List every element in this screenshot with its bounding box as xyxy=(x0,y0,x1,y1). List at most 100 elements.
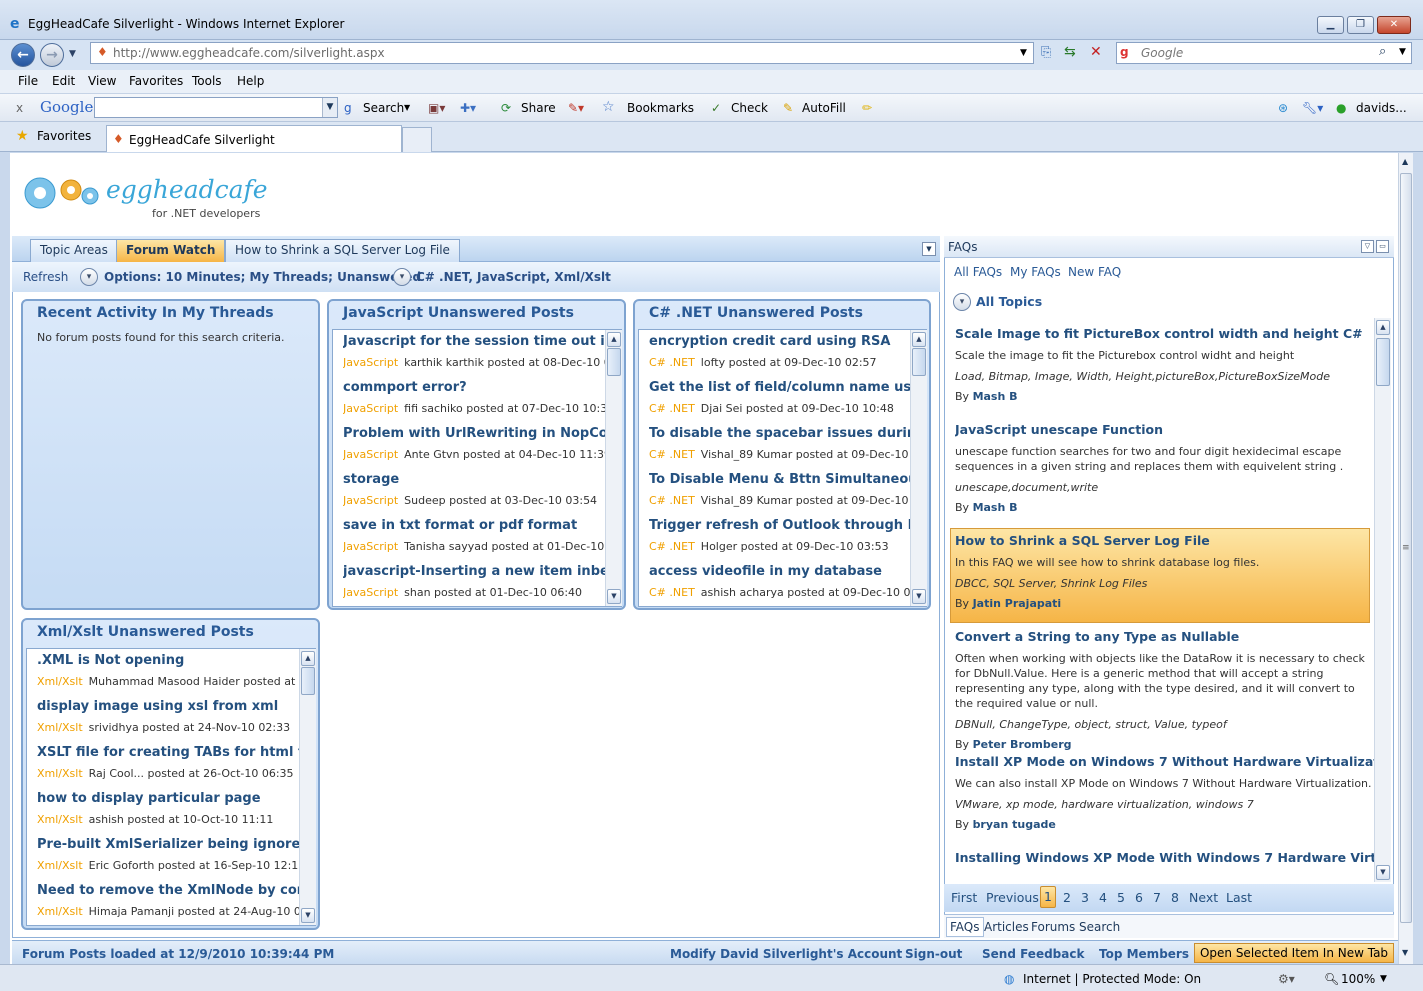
compatibility-icon[interactable]: ⎘ xyxy=(1041,45,1051,60)
list-item[interactable]: Javascript for the session time out in t… xyxy=(343,330,617,376)
page-scrollbar[interactable]: ▲ ≡ ▼ xyxy=(1398,153,1413,964)
address-bar[interactable]: ♦ http://www.eggheadcafe.com/silverlight… xyxy=(90,42,1034,64)
faq-title[interactable]: JavaScript unescape Function xyxy=(955,422,1375,437)
tab-shrink-sql-log[interactable]: How to Shrink a SQL Server Log File xyxy=(225,239,460,262)
pager-page-4[interactable]: 4 xyxy=(1099,890,1107,905)
pager-page-3[interactable]: 3 xyxy=(1081,890,1089,905)
faq-link-my[interactable]: My FAQs xyxy=(1010,265,1061,279)
close-button[interactable]: ✕ xyxy=(1377,16,1411,34)
faq-item[interactable]: Convert a String to any Type as Nullable… xyxy=(955,629,1375,751)
scroll-up-icon[interactable]: ▲ xyxy=(1402,157,1408,166)
pager-page-2[interactable]: 2 xyxy=(1063,890,1071,905)
list-item[interactable]: XSLT file for creating TABs for html fil… xyxy=(37,741,311,787)
faq-title[interactable]: Installing Windows XP Mode With Windows … xyxy=(955,850,1375,865)
faq-title[interactable]: How to Shrink a SQL Server Log File xyxy=(955,533,1365,548)
scroll-thumb[interactable] xyxy=(607,348,621,376)
maximize-button[interactable]: ❐ xyxy=(1347,16,1374,34)
zoom-dropdown-icon[interactable]: ▼ xyxy=(1380,974,1387,984)
scroll-thumb[interactable] xyxy=(301,667,315,695)
post-title[interactable]: Get the list of field/column name used i… xyxy=(649,380,922,395)
post-title[interactable]: access videofile in my database xyxy=(649,564,922,579)
stop-icon[interactable]: ✕ xyxy=(1090,44,1102,60)
pager-next[interactable]: Next xyxy=(1189,890,1218,905)
popup-blocker-icon[interactable]: ▣▾ xyxy=(428,101,445,115)
toolbar-close-icon[interactable]: x xyxy=(16,101,23,115)
list-item[interactable]: Trigger refresh of Outlook through MAPI C… xyxy=(649,514,922,560)
faq-tab-search[interactable]: Search xyxy=(1079,920,1120,934)
post-title[interactable]: save in txt format or pdf format xyxy=(343,518,617,533)
highlighter-icon[interactable]: ✏ xyxy=(862,101,872,115)
post-title[interactable]: XSLT file for creating TABs for html fil… xyxy=(37,745,311,760)
faq-tab-faqs[interactable]: FAQs xyxy=(946,917,984,937)
post-title[interactable]: To disable the spacebar issues during ed… xyxy=(649,426,922,441)
faq-item[interactable]: Install XP Mode on Windows 7 Without Har… xyxy=(955,754,1375,831)
options-expand-icon[interactable]: ▾ xyxy=(80,268,98,286)
scroll-down-icon[interactable]: ▼ xyxy=(1402,948,1408,957)
search-icon[interactable]: ⌕ xyxy=(1379,44,1386,59)
post-title[interactable]: Pre-built XmlSerializer being ignored xyxy=(37,837,311,852)
pager-last[interactable]: Last xyxy=(1226,890,1252,905)
post-title[interactable]: commport error? xyxy=(343,380,617,395)
faq-item-selected[interactable]: How to Shrink a SQL Server Log File In t… xyxy=(955,533,1365,610)
wifi-icon[interactable]: ⊛ xyxy=(1278,101,1288,115)
refresh-icon[interactable]: ⇆ xyxy=(1064,44,1076,60)
list-item[interactable]: Need to remove the XmlNode by comparing X… xyxy=(37,879,311,925)
menu-tools[interactable]: Tools xyxy=(192,74,222,88)
scroll-down-icon[interactable]: ▼ xyxy=(1376,865,1390,880)
faq-link-all[interactable]: All FAQs xyxy=(954,265,1002,279)
menu-file[interactable]: File xyxy=(18,74,38,88)
faq-author[interactable]: Mash B xyxy=(973,390,1018,403)
list-item[interactable]: display image using xsl from xml Xml/Xslt… xyxy=(37,695,311,741)
faq-title[interactable]: Install XP Mode on Windows 7 Without Har… xyxy=(955,754,1375,769)
faq-scrollbar[interactable]: ▲ ▼ xyxy=(1374,318,1391,882)
post-title[interactable]: Problem with UrlRewriting in NopCommerce xyxy=(343,426,617,441)
pager-page-5[interactable]: 5 xyxy=(1117,890,1125,905)
subtab-menu-icon[interactable]: ▼ xyxy=(922,242,936,256)
topics-expand-icon[interactable]: ▾ xyxy=(953,293,971,311)
list-item[interactable]: encryption credit card using RSA C# .NET l… xyxy=(649,330,922,376)
address-dropdown-icon[interactable]: ▼ xyxy=(1020,48,1027,58)
faq-minimize-icon[interactable]: ▭ xyxy=(1376,240,1389,253)
google-search-button[interactable]: Search xyxy=(363,101,404,115)
faq-title[interactable]: Convert a String to any Type as Nullable xyxy=(955,629,1375,644)
topics-summary[interactable]: C# .NET, JavaScript, Xml/Xslt xyxy=(416,270,611,284)
post-title[interactable]: encryption credit card using RSA xyxy=(649,334,922,349)
post-title[interactable]: To Disable Menu & Bttn Simultaneously. xyxy=(649,472,922,487)
scroll-up-icon[interactable]: ▲ xyxy=(607,332,621,347)
menu-favorites[interactable]: Favorites xyxy=(129,74,183,88)
list-item[interactable]: how to display particular page Xml/Xslt as… xyxy=(37,787,311,833)
list-scrollbar[interactable]: ▲ ▼ xyxy=(910,330,927,606)
toolbar-dropdown-icon[interactable]: ▼ xyxy=(404,103,410,112)
list-item[interactable]: .XML is Not opening Xml/Xslt Muhammad Maso… xyxy=(37,649,311,695)
autofill-button[interactable]: AutoFill xyxy=(802,101,846,115)
history-dropdown-icon[interactable]: ▼ xyxy=(69,49,76,59)
top-members-link[interactable]: Top Members xyxy=(1099,947,1189,961)
scroll-thumb[interactable] xyxy=(912,348,926,376)
open-new-tab-button[interactable]: Open Selected Item In New Tab xyxy=(1194,943,1394,963)
faq-author[interactable]: Peter Bromberg xyxy=(973,738,1072,751)
forward-button[interactable]: → xyxy=(40,43,64,67)
refresh-link[interactable]: Refresh xyxy=(23,270,68,284)
wrench-icon[interactable]: 🔧︎▾ xyxy=(1302,101,1323,115)
options-summary[interactable]: Options: 10 Minutes; My Threads; Unanswe… xyxy=(104,270,421,284)
search-box[interactable]: g Google ⌕ ▼ xyxy=(1116,42,1412,64)
browser-tab-active[interactable]: ♦ EggHeadCafe Silverlight xyxy=(106,125,402,152)
post-title[interactable]: storage xyxy=(343,472,617,487)
favorites-button[interactable]: Favorites xyxy=(37,129,91,143)
menu-edit[interactable]: Edit xyxy=(52,74,75,88)
list-item[interactable]: save in txt format or pdf format JavaScri… xyxy=(343,514,617,560)
faq-tab-forums[interactable]: Forums xyxy=(1031,920,1075,934)
user-account[interactable]: davids... xyxy=(1356,101,1407,115)
zoom-level[interactable]: 100% xyxy=(1341,972,1375,986)
back-button[interactable]: ← xyxy=(11,43,35,67)
list-item[interactable]: Problem with UrlRewriting in NopCommerce… xyxy=(343,422,617,468)
pager-page-6[interactable]: 6 xyxy=(1135,890,1143,905)
faq-item[interactable]: JavaScript unescape Function unescape fu… xyxy=(955,422,1375,514)
post-title[interactable]: how to display particular page xyxy=(37,791,311,806)
menu-view[interactable]: View xyxy=(88,74,116,88)
scroll-up-icon[interactable]: ▲ xyxy=(301,651,315,666)
pager-first[interactable]: First xyxy=(951,890,977,905)
pager-page-8[interactable]: 8 xyxy=(1171,890,1179,905)
google-search-input[interactable]: ▼ xyxy=(94,97,338,118)
share-button[interactable]: Share xyxy=(521,101,556,115)
